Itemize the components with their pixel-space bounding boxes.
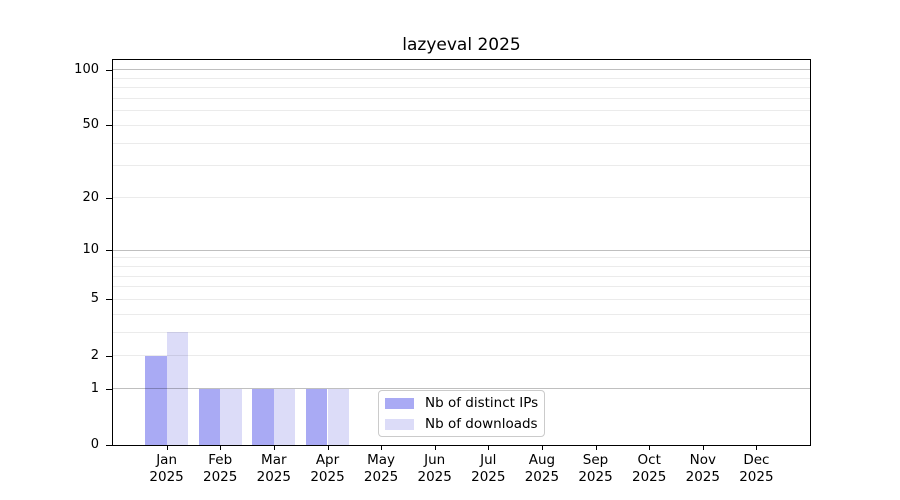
bar-downloads [220,389,241,445]
x-tickmark [649,446,650,450]
y-tickmark [106,198,113,199]
gridline-minor [113,266,810,267]
bar-distinct-ips [145,356,166,445]
y-tickmark [106,125,113,126]
bar-downloads [328,389,349,445]
x-tickmark [596,446,597,450]
x-tickmark [328,446,329,450]
bar-downloads [274,389,295,445]
bar-distinct-ips [306,389,327,445]
gridline-minor [113,143,810,144]
gridline-minor [113,197,810,198]
plot-area [112,59,811,446]
legend-swatch-distinct-ips [385,398,414,409]
y-tickmark [106,70,113,71]
legend-item-downloads: Nb of downloads [385,415,544,433]
gridline-minor [113,98,810,99]
gridline-minor [113,332,810,333]
x-tickmark [488,446,489,450]
x-tickmark [756,446,757,450]
x-tickmark [381,446,382,450]
y-tickmark [106,250,113,251]
gridline-minor [113,314,810,315]
y-tick-label: 2 [0,347,99,365]
legend-label-distinct-ips: Nb of distinct IPs [425,394,538,412]
legend-swatch-downloads [385,419,414,430]
x-tickmark [703,446,704,450]
gridline-minor [113,165,810,166]
gridline-minor [113,276,810,277]
gridline-major [113,250,810,251]
y-tickmark [106,299,113,300]
gridline-minor [113,257,810,258]
gridline-minor [113,87,810,88]
x-tickmark [435,446,436,450]
y-tick-label: 5 [0,290,99,308]
legend: Nb of distinct IPs Nb of downloads [378,390,545,437]
x-tickmark [220,446,221,450]
chart-title: lazyeval 2025 [112,35,811,55]
gridline-major [113,69,810,70]
y-tick-label: 100 [0,61,99,79]
x-tickmark [274,446,275,450]
x-tick-label: Dec 2025 [724,452,788,486]
gridline-minor [113,110,810,111]
bar-distinct-ips [252,389,273,445]
gridline-minor [113,299,810,300]
legend-label-downloads: Nb of downloads [425,415,538,433]
legend-item-distinct-ips: Nb of distinct IPs [385,394,544,412]
y-tickmark [106,389,113,390]
x-tickmark [167,446,168,450]
gridline-minor [113,78,810,79]
gridline-minor [113,125,810,126]
y-tickmark [106,445,113,446]
y-tick-label: 1 [0,380,99,398]
y-tick-label: 10 [0,241,99,259]
x-tickmark [542,446,543,450]
y-tick-label: 0 [0,436,99,454]
gridline-minor [113,286,810,287]
y-tick-label: 50 [0,116,99,134]
bar-distinct-ips [199,389,220,445]
chart-figure: lazyeval 2025 Nb of distinct IPs Nb of d… [0,0,900,500]
y-tickmark [106,356,113,357]
y-tick-label: 20 [0,189,99,207]
gridline-minor [113,355,810,356]
